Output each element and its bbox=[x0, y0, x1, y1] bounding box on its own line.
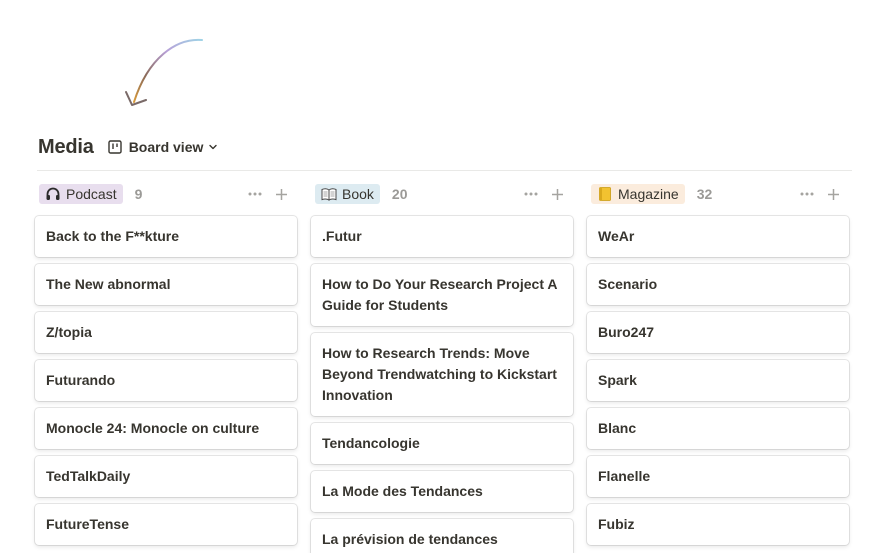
notebook-icon bbox=[599, 187, 611, 201]
column-add-button[interactable] bbox=[547, 184, 567, 204]
column-actions bbox=[521, 184, 573, 204]
headphones-icon bbox=[46, 187, 60, 200]
view-label: Board view bbox=[128, 139, 204, 155]
board-card[interactable]: The New abnormal bbox=[35, 264, 297, 305]
board-card[interactable]: Z/topia bbox=[35, 312, 297, 353]
board-column-podcast: Podcast 9 Back to the F**kture The New a… bbox=[35, 181, 297, 552]
header-divider bbox=[37, 170, 852, 171]
board-column-magazine: Magazine 32 WeAr Scenario Buro247 Spark … bbox=[587, 181, 849, 552]
column-more-button[interactable] bbox=[245, 184, 265, 204]
board-card[interactable]: Flanelle bbox=[587, 456, 849, 497]
group-count: 32 bbox=[696, 186, 713, 202]
database-title[interactable]: Media bbox=[38, 136, 94, 159]
board-card[interactable]: Spark bbox=[587, 360, 849, 401]
more-horizontal-icon bbox=[248, 192, 262, 196]
board-card[interactable]: Fubiz bbox=[587, 504, 849, 545]
group-tag-book[interactable]: Book bbox=[315, 184, 380, 204]
card-list: .Futur How to Do Your Research Project A… bbox=[311, 216, 573, 553]
column-add-button[interactable] bbox=[271, 184, 291, 204]
group-tag-magazine[interactable]: Magazine bbox=[591, 184, 685, 204]
board-card[interactable]: Tendancologie bbox=[311, 423, 573, 464]
board-card[interactable]: .Futur bbox=[311, 216, 573, 257]
column-header: Magazine 32 bbox=[587, 181, 849, 207]
column-add-button[interactable] bbox=[823, 184, 843, 204]
column-more-button[interactable] bbox=[521, 184, 541, 204]
board-column-book: Book 20 .Futur How to Do Your Research P… bbox=[311, 181, 573, 553]
view-switcher[interactable]: Board view bbox=[106, 135, 221, 159]
board-card[interactable]: Monocle 24: Monocle on culture bbox=[35, 408, 297, 449]
board-card[interactable]: How to Research Trends: Move Beyond Tren… bbox=[311, 333, 573, 416]
column-actions bbox=[797, 184, 849, 204]
group-count: 9 bbox=[134, 186, 143, 202]
card-list: Back to the F**kture The New abnormal Z/… bbox=[35, 216, 297, 545]
column-actions bbox=[245, 184, 297, 204]
group-tag-podcast[interactable]: Podcast bbox=[39, 184, 123, 204]
plus-icon bbox=[827, 188, 839, 200]
plus-icon bbox=[551, 188, 563, 200]
column-header: Podcast 9 bbox=[35, 181, 297, 207]
board-card[interactable]: FutureTense bbox=[35, 504, 297, 545]
board-card[interactable]: Futurando bbox=[35, 360, 297, 401]
more-horizontal-icon bbox=[800, 192, 814, 196]
board-card[interactable]: La Mode des Tendances bbox=[311, 471, 573, 512]
board-card[interactable]: La prévision de tendances bbox=[311, 519, 573, 553]
chevron-down-icon bbox=[209, 144, 218, 150]
board-card[interactable]: Back to the F**kture bbox=[35, 216, 297, 257]
column-more-button[interactable] bbox=[797, 184, 817, 204]
group-count: 20 bbox=[391, 186, 408, 202]
board-view-icon bbox=[107, 140, 122, 154]
notion-page: Media Board view Podcast 9 Back to the F… bbox=[0, 0, 872, 553]
group-label: Magazine bbox=[618, 186, 679, 202]
board-card[interactable]: Buro247 bbox=[587, 312, 849, 353]
board-card[interactable]: TedTalkDaily bbox=[35, 456, 297, 497]
database-header: Media Board view bbox=[38, 135, 220, 159]
card-list: WeAr Scenario Buro247 Spark Blanc Flanel… bbox=[587, 216, 849, 545]
curved-arrow-icon bbox=[125, 38, 203, 106]
group-label: Podcast bbox=[66, 186, 117, 202]
column-header: Book 20 bbox=[311, 181, 573, 207]
board-card[interactable]: Scenario bbox=[587, 264, 849, 305]
open-book-icon bbox=[321, 188, 337, 201]
group-label: Book bbox=[342, 186, 374, 202]
board-card[interactable]: How to Do Your Research Project A Guide … bbox=[311, 264, 573, 326]
more-horizontal-icon bbox=[524, 192, 538, 196]
plus-icon bbox=[275, 188, 287, 200]
board-card[interactable]: Blanc bbox=[587, 408, 849, 449]
board-card[interactable]: WeAr bbox=[587, 216, 849, 257]
